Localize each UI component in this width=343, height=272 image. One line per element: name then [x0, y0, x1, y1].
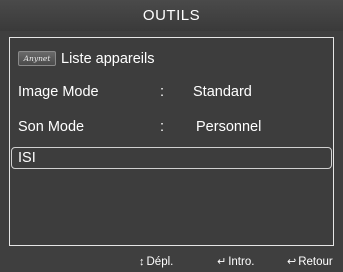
footer-back: ↩ Retour: [287, 252, 333, 272]
menu-item-value: Personnel: [196, 119, 262, 135]
footer-enter: ↵ Intro.: [217, 252, 254, 272]
footer-back-label: Retour: [298, 256, 333, 268]
anynet-logo-icon: Anynet: [18, 50, 56, 66]
separator: :: [160, 119, 165, 135]
menu-item-label: ISI: [18, 150, 36, 166]
footer-move: ↕ Dépl.: [139, 252, 173, 272]
menu-title: OUTILS: [0, 0, 343, 31]
menu-item-label: Son Mode: [18, 119, 85, 135]
menu-item-image-mode[interactable]: Image Mode : Standard: [18, 79, 330, 105]
menu-item-sound-mode[interactable]: Son Mode : Personnel: [18, 114, 330, 140]
footer-move-label: Dépl.: [146, 256, 174, 268]
footer-enter-label: Intro.: [228, 256, 255, 268]
tools-panel: Anynet Liste appareils Image Mode : Stand…: [9, 37, 334, 246]
footer-help-bar: ↕ Dépl. ↵ Intro. ↩ Retour: [0, 252, 343, 272]
updown-arrows-icon: ↕: [139, 256, 145, 268]
menu-item-label: Liste appareils: [61, 51, 155, 67]
menu-item-label: Image Mode: [18, 84, 99, 100]
menu-item-value: Standard: [193, 84, 252, 100]
separator: :: [160, 84, 165, 100]
return-icon: ↩: [287, 256, 297, 268]
osd-menu: OUTILS Anynet Liste appareils Image Mode …: [0, 0, 343, 272]
menu-item-isi-selected[interactable]: ISI: [11, 147, 332, 169]
enter-icon: ↵: [217, 256, 227, 268]
menu-item-device-list[interactable]: Anynet Liste appareils: [18, 46, 330, 72]
